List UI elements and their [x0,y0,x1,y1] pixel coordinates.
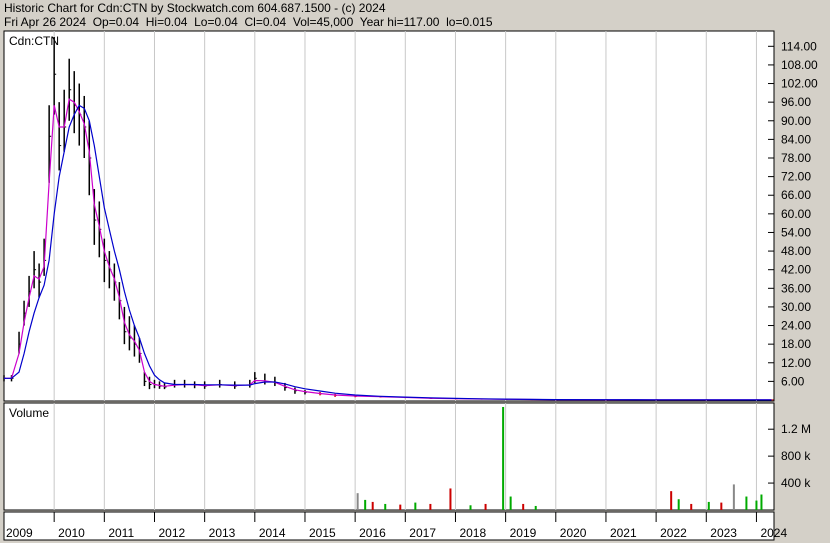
volume-bar [670,491,673,510]
volume-bar [384,503,387,510]
price-axis: 114.00 108.00 102.00 96.00 90.00 84.00 78.00 72… [768,39,818,388]
price-tick-label: 48.00 [781,244,811,258]
year-tick-label: 2023 [710,526,737,540]
year-tick-label: 2020 [560,526,587,540]
year-tick-label: 2009 [6,526,33,540]
volume-bar [429,503,432,510]
price-panel-label: Cdn:CTN [9,34,59,48]
volume-bar [484,503,487,510]
price-tick-label: 66.00 [781,188,811,202]
year-tick-label: 2019 [510,526,537,540]
year-tick-label: 2014 [259,526,286,540]
volume-bar [371,501,374,510]
price-tick-label: 78.00 [781,151,811,165]
volume-bar [414,502,417,510]
price-tick-label: 6.00 [781,374,805,388]
price-panel: Cdn:CTN 114.00 108.00 102.00 96.00 90.00 84.0… [3,30,818,402]
volume-panel: Volume 1.2 M 800 k 400 k [3,402,811,511]
volume-bar [364,499,367,510]
price-tick-label: 96.00 [781,95,811,109]
price-tick-label: 84.00 [781,132,811,146]
chart-window: Historic Chart for Cdn:CTN by Stockwatch… [0,0,830,543]
year-axis: 2009 2010 2011 2012 2013 2014 2015 2016 2017 2018… [3,511,787,541]
volume-panel-label: Volume [9,406,49,420]
year-tick-label: 2016 [359,526,386,540]
year-tick-label: 2012 [158,526,185,540]
volume-bar [522,503,525,510]
stock-chart: Cdn:CTN 114.00 108.00 102.00 96.00 90.00 84.0… [3,30,818,541]
volume-bar [690,503,693,510]
volume-tick-label: 400 k [781,476,811,490]
volume-bar [745,496,748,510]
year-tick-label: 2015 [309,526,336,540]
volume-bar [732,484,735,510]
volume-bar [534,505,537,510]
price-tick-label: 12.00 [781,356,811,370]
volume-plot-area [3,402,775,511]
price-tick-label: 30.00 [781,300,811,314]
year-tick-label: 2010 [58,526,85,540]
price-plot-area [3,30,775,402]
price-tick-label: 90.00 [781,114,811,128]
year-tick-label: 2021 [610,526,637,540]
volume-bar [399,504,402,510]
volume-bar [720,502,723,510]
volume-bar [760,494,763,510]
price-tick-label: 36.00 [781,281,811,295]
price-tick-label: 102.00 [781,77,818,91]
volume-axis: 1.2 M 800 k 400 k [768,422,811,490]
volume-bar [509,496,512,510]
price-tick-label: 24.00 [781,319,811,333]
price-tick-label: 72.00 [781,170,811,184]
volume-tick-label: 800 k [781,449,811,463]
year-tick-label: 2018 [459,526,486,540]
year-tick-label: 2013 [209,526,236,540]
price-tick-label: 108.00 [781,58,818,72]
volume-tick-label: 1.2 M [781,422,811,436]
volume-bar [502,406,505,510]
volume-bar [449,488,452,510]
price-tick-label: 114.00 [781,39,817,53]
volume-bar [356,493,359,510]
price-tick-label: 42.00 [781,263,811,277]
year-tick-label: 2022 [660,526,687,540]
price-tick-label: 60.00 [781,207,811,221]
year-tick-label: 2024 [760,526,787,540]
price-tick-label: 54.00 [781,225,811,239]
volume-bar [677,499,680,510]
year-tick-label: 2011 [108,526,134,540]
volume-bar [755,500,758,510]
price-tick-label: 18.00 [781,337,811,351]
volume-bar [469,505,472,510]
year-tick-label: 2017 [409,526,436,540]
volume-bar [707,501,710,510]
